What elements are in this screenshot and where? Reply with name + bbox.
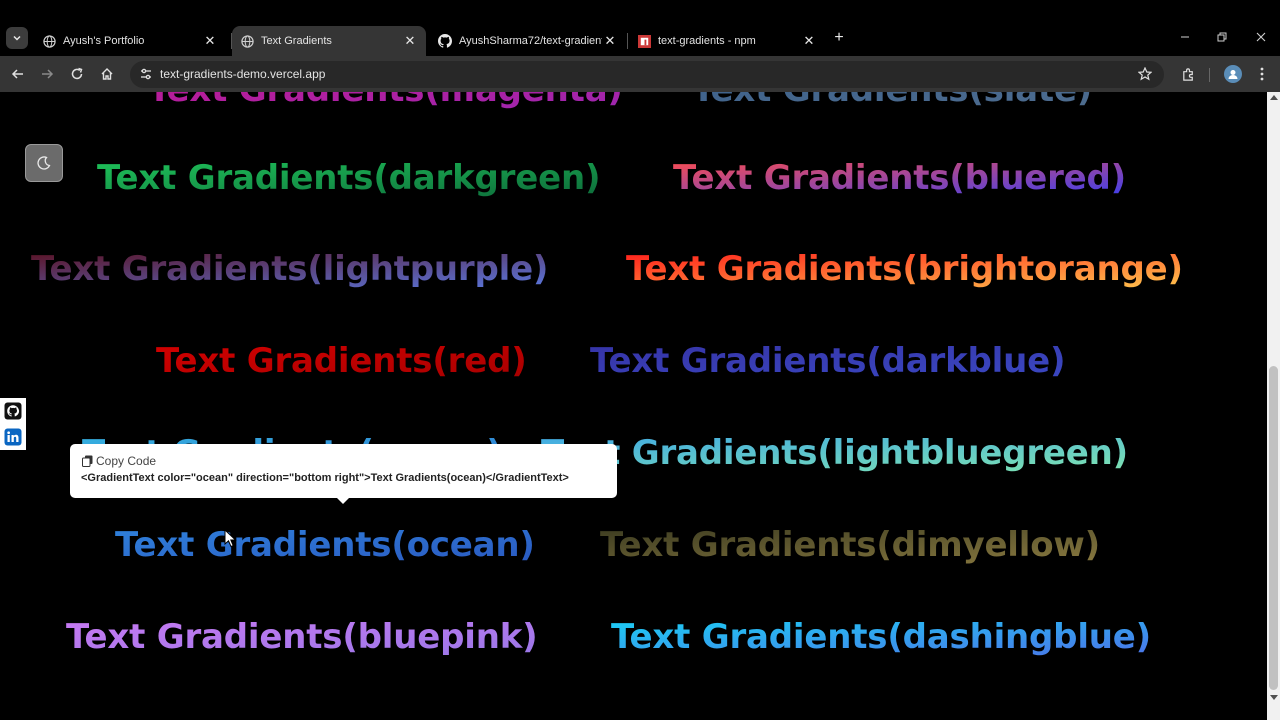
tab-strip: Ayush's Portfolio ✕ Text Gradients ✕ Ayu… bbox=[0, 0, 1280, 56]
linkedin-icon bbox=[4, 428, 22, 446]
page-content: Text Gradients(magenta) Text Gradients(s… bbox=[0, 92, 1267, 720]
scrollbar-thumb[interactable] bbox=[1269, 366, 1278, 690]
scroll-up-arrow-icon[interactable] bbox=[1270, 95, 1278, 100]
tab-separator bbox=[627, 33, 628, 49]
reload-icon[interactable] bbox=[67, 64, 87, 84]
gradient-text-item[interactable]: Text Gradients(lightpurple) bbox=[31, 249, 548, 289]
tab-github-repo[interactable]: AyushSharma72/text-gradients ✕ bbox=[430, 26, 626, 56]
tab-portfolio[interactable]: Ayush's Portfolio ✕ bbox=[34, 26, 226, 56]
minimize-icon[interactable] bbox=[1176, 28, 1194, 46]
profile-avatar[interactable] bbox=[1224, 65, 1242, 83]
extensions-puzzle-icon[interactable] bbox=[1178, 64, 1198, 84]
tab-title: AyushSharma72/text-gradients bbox=[459, 35, 602, 47]
globe-icon bbox=[240, 34, 254, 48]
copy-code-button[interactable]: Copy Code bbox=[81, 454, 617, 468]
url-text[interactable]: text-gradients-demo.vercel.app bbox=[160, 67, 325, 81]
copy-code-label: Copy Code bbox=[96, 454, 157, 468]
clipboard-icon bbox=[81, 455, 93, 467]
globe-icon bbox=[42, 34, 56, 48]
gradient-text-item[interactable]: Text Gradients(bluepink) bbox=[66, 617, 538, 657]
gradient-text-item[interactable]: Text Gradients(ocean) bbox=[115, 525, 535, 565]
close-icon[interactable]: ✕ bbox=[202, 33, 218, 49]
home-icon[interactable] bbox=[97, 64, 117, 84]
close-icon[interactable]: ✕ bbox=[801, 33, 817, 49]
github-icon bbox=[4, 402, 22, 420]
code-snippet: <GradientText color="ocean" direction="b… bbox=[81, 472, 569, 484]
back-arrow-icon[interactable] bbox=[8, 64, 28, 84]
window-close-icon[interactable] bbox=[1252, 28, 1270, 46]
theme-toggle-button[interactable] bbox=[25, 144, 63, 182]
forward-arrow-icon[interactable] bbox=[37, 64, 57, 84]
gradient-text-item[interactable]: Text Gradients(magenta) bbox=[148, 92, 623, 110]
tab-title: Text Gradients bbox=[261, 35, 332, 47]
gradient-text-item[interactable]: Text Gradients(lightbluegreen) bbox=[541, 433, 1128, 473]
mouse-cursor-icon bbox=[224, 529, 237, 548]
github-icon bbox=[438, 34, 452, 48]
bookmark-star-icon[interactable] bbox=[1136, 65, 1154, 83]
copy-code-tooltip: Copy Code <GradientText color="ocean" di… bbox=[70, 444, 617, 504]
gradient-text-item[interactable]: Text Gradients(darkblue) bbox=[590, 341, 1066, 381]
gradient-text-item[interactable]: Text Gradients(darkgreen) bbox=[97, 158, 600, 198]
gradient-text-item[interactable]: Text Gradients(dimyellow) bbox=[600, 525, 1100, 565]
vertical-scrollbar[interactable] bbox=[1267, 92, 1280, 720]
browser-toolbar: text-gradients-demo.vercel.app bbox=[0, 56, 1280, 92]
linkedin-link[interactable] bbox=[0, 424, 26, 450]
more-options-icon[interactable] bbox=[1252, 64, 1272, 84]
close-icon[interactable]: ✕ bbox=[602, 33, 618, 49]
scroll-down-arrow-icon[interactable] bbox=[1270, 695, 1278, 700]
toolbar-divider bbox=[1209, 68, 1210, 82]
tab-text-gradients[interactable]: Text Gradients ✕ bbox=[232, 26, 426, 56]
user-icon bbox=[1228, 70, 1238, 79]
github-link[interactable] bbox=[0, 398, 26, 424]
gradient-text-item[interactable]: Text Gradients(slate) bbox=[692, 92, 1092, 110]
gradient-text-item[interactable]: Text Gradients(brightorange) bbox=[626, 249, 1183, 289]
gradient-text-item[interactable]: Text Gradients(bluered) bbox=[673, 158, 1126, 198]
npm-icon bbox=[637, 34, 651, 48]
address-bar[interactable]: text-gradients-demo.vercel.app bbox=[130, 61, 1164, 88]
tab-search-button[interactable] bbox=[6, 27, 28, 49]
gradient-text-item[interactable]: Text Gradients(red) bbox=[156, 341, 527, 381]
chevron-down-icon bbox=[13, 35, 21, 41]
restore-icon[interactable] bbox=[1213, 28, 1231, 46]
close-icon[interactable]: ✕ bbox=[402, 33, 418, 49]
site-settings-icon[interactable] bbox=[138, 66, 154, 82]
moon-icon bbox=[37, 156, 51, 170]
tab-title: text-gradients - npm bbox=[658, 35, 756, 47]
new-tab-plus-icon[interactable]: + bbox=[830, 29, 848, 47]
gradient-text-item[interactable]: Text Gradients(dashingblue) bbox=[611, 617, 1151, 657]
tab-title: Ayush's Portfolio bbox=[63, 35, 145, 47]
tab-npm[interactable]: text-gradients - npm ✕ bbox=[629, 26, 825, 56]
